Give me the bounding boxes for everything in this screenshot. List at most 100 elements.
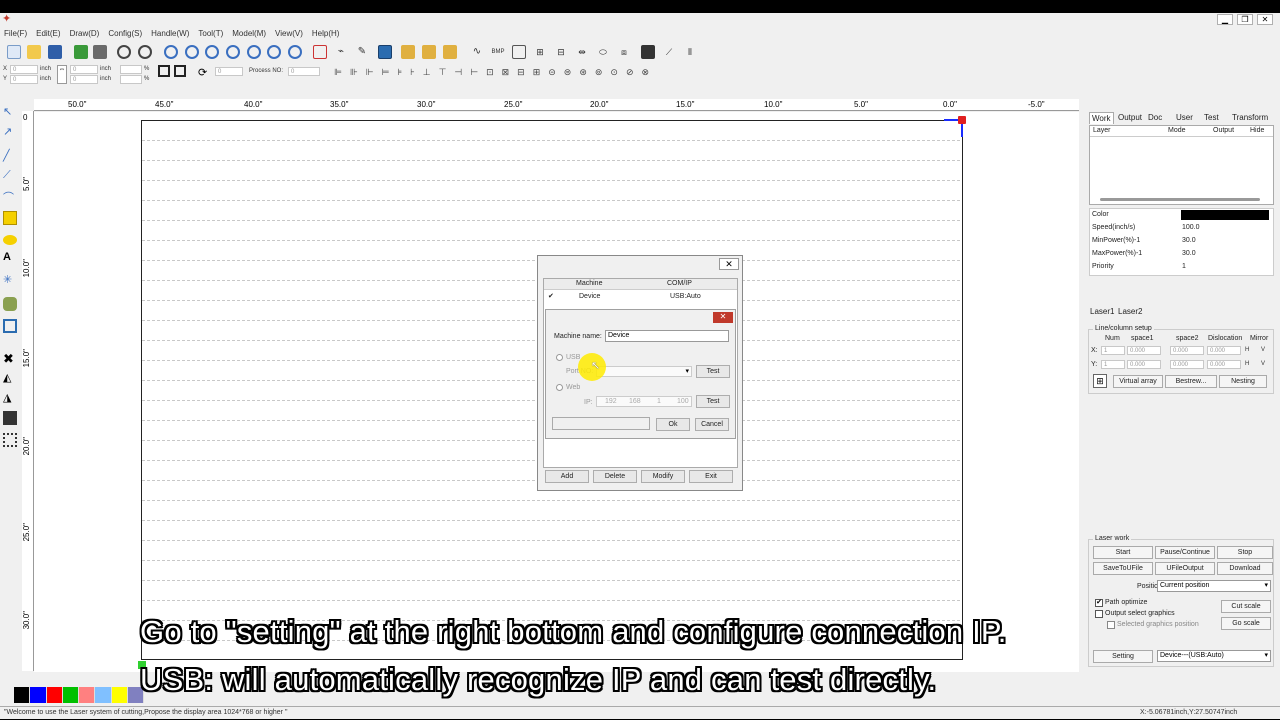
device-select[interactable]: Device---(USB:Auto) ▾ bbox=[1157, 650, 1271, 662]
row-comip[interactable]: USB:Auto bbox=[670, 292, 701, 302]
settings-close-button[interactable]: ✕ bbox=[713, 312, 733, 323]
tab-output[interactable]: Output bbox=[1118, 112, 1142, 124]
rotate-input[interactable]: 0 bbox=[215, 67, 243, 76]
import-icon[interactable] bbox=[74, 45, 88, 59]
array-x-space1[interactable]: 0.000 bbox=[1127, 346, 1161, 355]
mirror-x-h[interactable]: H bbox=[1245, 346, 1249, 355]
mirror-y-v[interactable]: V bbox=[1261, 360, 1265, 369]
go-scale-button[interactable]: Go scale bbox=[1221, 617, 1271, 630]
rectangle-icon[interactable] bbox=[3, 211, 17, 225]
mirror-v-icon[interactable]: ◮ bbox=[3, 391, 17, 405]
grid-array-icon[interactable] bbox=[3, 319, 17, 333]
array-y-dislocation[interactable]: 0.000 bbox=[1207, 360, 1241, 369]
measure-icon[interactable]: ⟋ bbox=[662, 45, 676, 59]
close-window-button[interactable]: ✕ bbox=[1257, 14, 1273, 25]
array-icon[interactable]: ⦀ bbox=[683, 45, 697, 59]
usb-test-button[interactable]: Test bbox=[696, 365, 730, 378]
minimize-button[interactable]: ▁ bbox=[1217, 14, 1233, 25]
ip-input[interactable]: 192 168 1 100 bbox=[596, 396, 692, 407]
menu-view[interactable]: View(V) bbox=[275, 27, 303, 40]
palette-swatch-green[interactable] bbox=[62, 687, 79, 703]
rotate-icon[interactable]: ⟳ bbox=[198, 66, 207, 79]
array-y-space2[interactable]: 0.000 bbox=[1170, 360, 1204, 369]
menu-config[interactable]: Config(S) bbox=[108, 27, 142, 40]
array-x-dislocation[interactable]: 0.000 bbox=[1207, 346, 1241, 355]
tab-work[interactable]: Work bbox=[1089, 112, 1114, 124]
height-input[interactable]: 0 bbox=[70, 75, 98, 84]
select-arrow-icon[interactable]: ↖ bbox=[3, 105, 17, 119]
menu-handle[interactable]: Handle(W) bbox=[151, 27, 189, 40]
point-icon[interactable]: ✳ bbox=[3, 273, 17, 287]
monitor-icon[interactable] bbox=[378, 45, 392, 59]
prop-priority-value[interactable]: 1 bbox=[1182, 262, 1186, 272]
menu-help[interactable]: Help(H) bbox=[312, 27, 340, 40]
palette-swatch-yellow[interactable] bbox=[111, 687, 128, 703]
engrave-icon[interactable] bbox=[422, 45, 436, 59]
menu-model[interactable]: Model(M) bbox=[232, 27, 266, 40]
usb-radio[interactable] bbox=[556, 354, 563, 361]
mirror-y-h[interactable]: H bbox=[1245, 360, 1249, 369]
prop-minpower-value[interactable]: 30.0 bbox=[1182, 236, 1196, 246]
add-button[interactable]: Add bbox=[545, 470, 589, 483]
curve-icon[interactable]: ∿ bbox=[470, 45, 484, 59]
export-icon[interactable] bbox=[93, 45, 107, 59]
menu-file[interactable]: File(F) bbox=[4, 27, 27, 40]
port-select[interactable]: ▾ bbox=[596, 366, 692, 377]
menu-tool[interactable]: Tool(T) bbox=[198, 27, 223, 40]
spacing-icon[interactable]: ⇹ bbox=[575, 45, 589, 59]
palette-swatch-red[interactable] bbox=[46, 687, 63, 703]
tab-test[interactable]: Test bbox=[1204, 112, 1219, 124]
zoom-in-icon[interactable] bbox=[164, 45, 178, 59]
stop-button[interactable]: Stop bbox=[1217, 546, 1273, 559]
prop-color-swatch[interactable] bbox=[1181, 210, 1269, 220]
menu-draw[interactable]: Draw(D) bbox=[70, 27, 100, 40]
path-optimize-checkbox[interactable]: ✔ bbox=[1095, 599, 1103, 607]
new-file-icon[interactable] bbox=[7, 45, 21, 59]
array-x-num[interactable]: 1 bbox=[1101, 346, 1125, 355]
cut-scale-button[interactable]: Cut scale bbox=[1221, 600, 1271, 613]
dialog-close-button[interactable]: ✕ bbox=[719, 258, 739, 270]
zoom-select-icon[interactable] bbox=[247, 45, 261, 59]
palette-swatch-pink[interactable] bbox=[79, 687, 96, 703]
delete-button[interactable]: Delete bbox=[593, 470, 637, 483]
palette-swatch-lightblue[interactable] bbox=[95, 687, 112, 703]
fill-icon[interactable] bbox=[3, 411, 17, 425]
cut-icon[interactable] bbox=[401, 45, 415, 59]
palette-swatch-blue[interactable] bbox=[30, 687, 47, 703]
zoom-out-icon[interactable] bbox=[205, 45, 219, 59]
image-icon[interactable] bbox=[3, 297, 17, 311]
save-icon[interactable] bbox=[48, 45, 62, 59]
zoom-all-icon[interactable] bbox=[267, 45, 281, 59]
pen-icon[interactable]: ✎ bbox=[355, 45, 369, 59]
row-machine[interactable]: Device bbox=[579, 292, 600, 302]
cancel-button[interactable]: Cancel bbox=[695, 418, 729, 431]
machine-name-input[interactable]: Device bbox=[605, 330, 729, 342]
x-position-input[interactable]: 0 bbox=[10, 65, 38, 74]
undo-icon[interactable] bbox=[117, 45, 131, 59]
tab-transform[interactable]: Transform bbox=[1232, 112, 1268, 124]
menu-edit[interactable]: Edit(E) bbox=[36, 27, 60, 40]
center-frame-icon[interactable] bbox=[174, 65, 186, 77]
prop-maxpower-value[interactable]: 30.0 bbox=[1182, 249, 1196, 259]
restore-button[interactable]: ❐ bbox=[1237, 14, 1253, 25]
y-position-input[interactable]: 0 bbox=[10, 75, 38, 84]
polyline-icon[interactable]: ⟋ bbox=[3, 169, 17, 183]
ellipse-icon[interactable] bbox=[3, 235, 17, 245]
web-radio[interactable] bbox=[556, 384, 563, 391]
start-button[interactable]: Start bbox=[1093, 546, 1153, 559]
delete-icon[interactable]: ✖ bbox=[3, 351, 17, 366]
palette-swatch-black[interactable] bbox=[14, 687, 31, 703]
layer-scrollbar[interactable] bbox=[1100, 198, 1260, 201]
modify-button[interactable]: Modify bbox=[641, 470, 685, 483]
dot-grid-icon[interactable] bbox=[3, 433, 17, 447]
mirror-h-icon[interactable]: ◭ bbox=[3, 371, 17, 385]
exit-button[interactable]: Exit bbox=[689, 470, 733, 483]
bmp-icon[interactable]: BMP bbox=[491, 45, 505, 59]
zoom-icon[interactable] bbox=[185, 45, 199, 59]
ufile-output-button[interactable]: UFileOutput bbox=[1155, 562, 1215, 575]
download-button[interactable]: Download bbox=[1217, 562, 1273, 575]
array-grid-icon[interactable]: ⊞ bbox=[1093, 374, 1107, 388]
ip-test-button[interactable]: Test bbox=[696, 395, 730, 408]
prop-speed-value[interactable]: 100.0 bbox=[1182, 223, 1200, 233]
curve-draw-icon[interactable]: ⌒ bbox=[3, 189, 17, 204]
